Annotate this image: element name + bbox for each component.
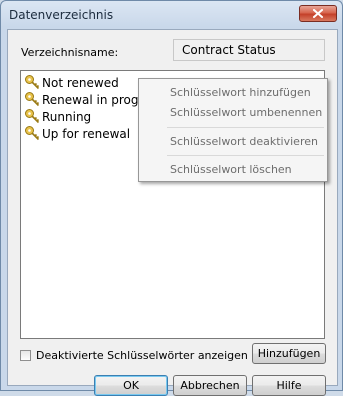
list-item-label: Running	[42, 109, 92, 124]
dialog-content: Verzeichnisname: Contract Status Not ren…	[7, 29, 338, 396]
show-disabled-option[interactable]: Deaktivierte Schlüsselwörter anzeigen	[20, 349, 248, 362]
key-icon	[25, 126, 40, 141]
show-disabled-label: Deaktivierte Schlüsselwörter anzeigen	[36, 349, 248, 362]
key-icon	[25, 92, 40, 107]
dialog-window: Datenverzeichnis Verzeichnisname: Contra…	[0, 0, 343, 396]
show-disabled-checkbox[interactable]	[20, 350, 31, 361]
menu-item-rename-keyword[interactable]: Schlüsselwort umbenennen	[170, 106, 322, 119]
add-button[interactable]: Hinzufügen	[252, 343, 326, 364]
key-icon	[25, 75, 40, 90]
list-item[interactable]: Running	[21, 108, 91, 125]
list-item-label: Up for renewal	[42, 126, 131, 141]
key-icon	[25, 109, 40, 124]
menu-separator	[167, 127, 324, 128]
list-item[interactable]: Up for renewal	[21, 125, 130, 142]
menu-item-disable-keyword[interactable]: Schlüsselwort deaktivieren	[170, 135, 318, 148]
ok-button[interactable]: OK	[94, 375, 168, 396]
title-bar[interactable]: Datenverzeichnis	[1, 1, 342, 27]
window-title: Datenverzeichnis	[9, 8, 114, 22]
menu-item-delete-keyword[interactable]: Schlüsselwort löschen	[170, 163, 292, 176]
list-item[interactable]: Not renewed	[21, 74, 119, 91]
list-item-label: Not renewed	[42, 75, 119, 90]
menu-item-add-keyword[interactable]: Schlüsselwort hinzufügen	[170, 86, 311, 99]
help-button[interactable]: Hilfe	[252, 375, 326, 396]
context-menu: Schlüsselwort hinzufügen Schlüsselwort u…	[138, 78, 328, 182]
menu-separator	[167, 155, 324, 156]
cancel-button[interactable]: Abbrechen	[173, 375, 247, 396]
name-field: Contract Status	[173, 39, 325, 61]
close-button[interactable]	[299, 5, 337, 22]
name-label: Verzeichnisname:	[21, 46, 119, 59]
close-icon	[313, 9, 323, 18]
